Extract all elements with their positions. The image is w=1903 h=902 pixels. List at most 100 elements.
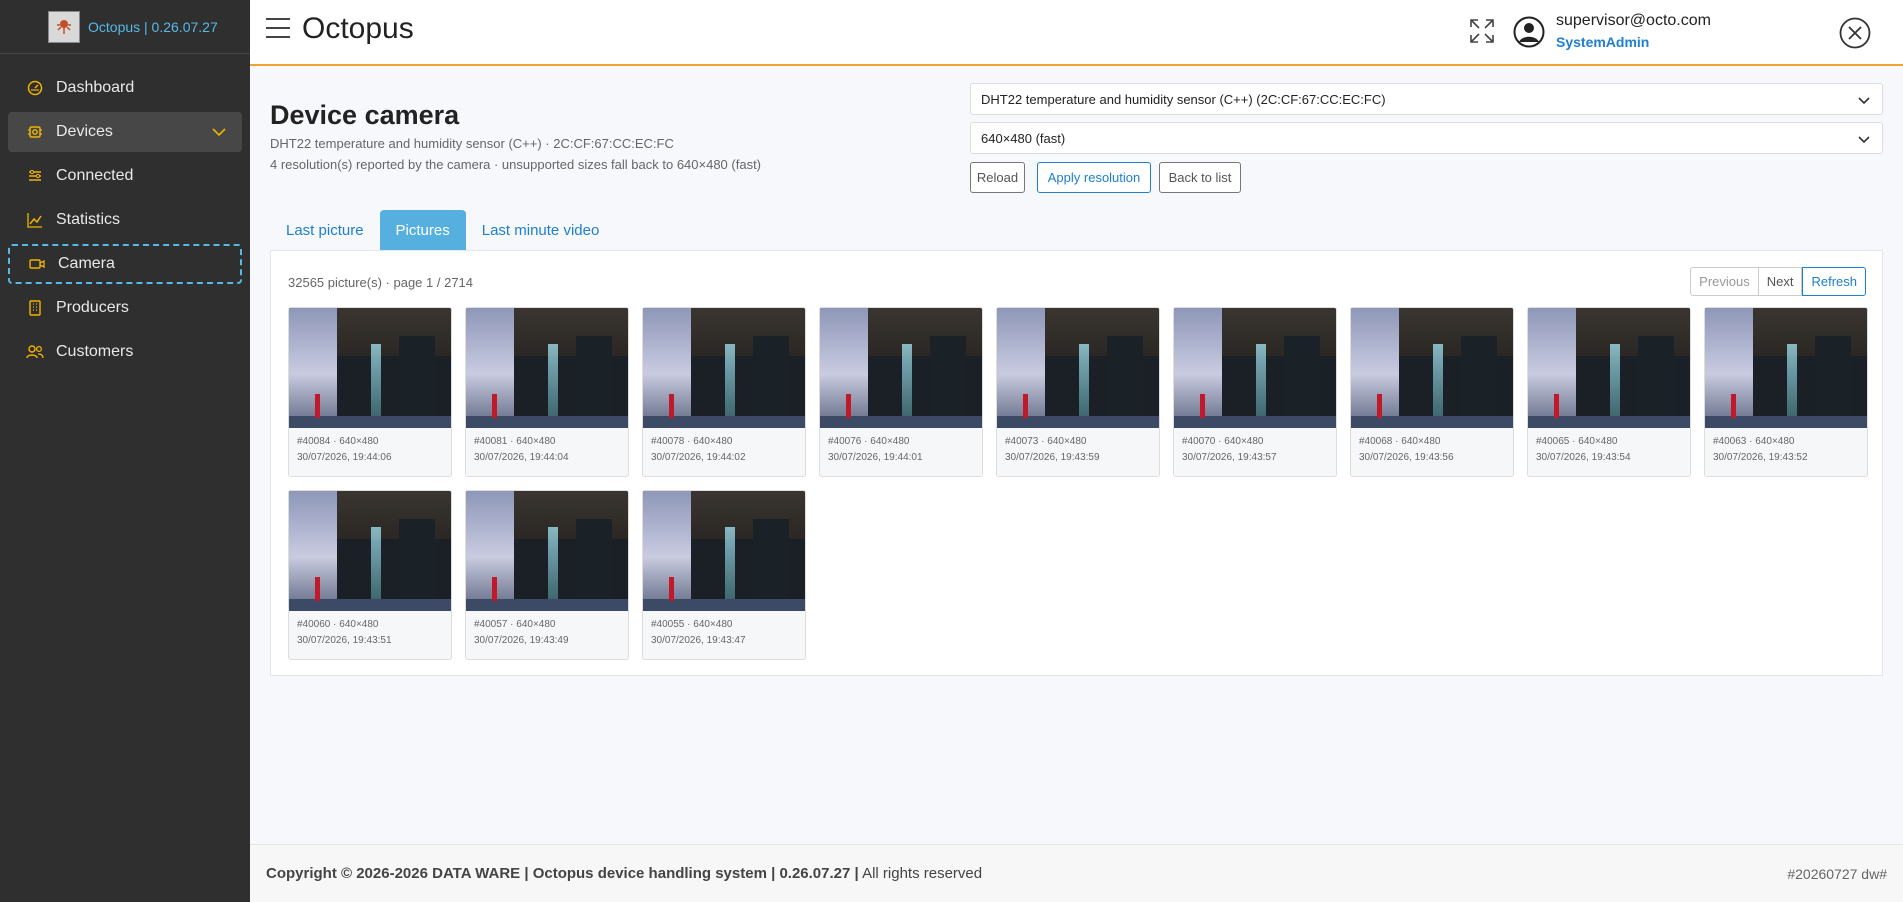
brand[interactable]: Octopus | 0.26.07.27: [0, 0, 250, 54]
picture-card[interactable]: #40055 · 640×480 30/07/2026, 19:43:47: [642, 490, 806, 660]
refresh-button[interactable]: Refresh: [1802, 267, 1866, 296]
producers-icon: [26, 299, 44, 317]
picture-card[interactable]: #40065 · 640×480 30/07/2026, 19:43:54: [1527, 307, 1691, 477]
statistics-icon: [26, 211, 44, 229]
next-page-button[interactable]: Next: [1758, 267, 1803, 296]
chevron-down-icon: [212, 124, 226, 142]
pager: Previous Next Refresh: [1690, 267, 1866, 296]
picture-timestamp: 30/07/2026, 19:44:04: [474, 452, 569, 463]
tab-last-picture[interactable]: Last picture: [270, 210, 380, 250]
sidebar-nav: Dashboard Devices Connected Statistics C…: [0, 54, 250, 372]
picture-thumbnail: [1174, 308, 1336, 428]
page-title: Device camera: [270, 100, 460, 130]
device-select[interactable]: DHT22 temperature and humidity sensor (C…: [970, 83, 1883, 115]
tab-pictures[interactable]: Pictures: [379, 210, 466, 250]
picture-card[interactable]: #40063 · 640×480 30/07/2026, 19:43:52: [1704, 307, 1868, 477]
picture-thumbnail: [289, 491, 451, 611]
sidebar-item-label: Dashboard: [56, 79, 135, 96]
sidebar-item-statistics[interactable]: Statistics: [8, 200, 242, 240]
build-tag: #20260727 dw#: [1787, 866, 1887, 882]
sidebar-item-label: Devices: [56, 123, 113, 140]
previous-page-button[interactable]: Previous: [1690, 267, 1759, 296]
close-icon[interactable]: [1839, 17, 1871, 49]
picture-thumbnail: [643, 491, 805, 611]
chevron-down-icon: [1858, 132, 1870, 147]
sidebar: Octopus | 0.26.07.27 Dashboard Devices C…: [0, 0, 250, 902]
connected-icon: [26, 167, 44, 185]
user-email: supervisor@octo.com: [1556, 12, 1711, 29]
sidebar-item-customers[interactable]: Customers: [8, 332, 242, 372]
picture-timestamp: 30/07/2026, 19:43:54: [1536, 452, 1631, 463]
picture-caption: #40063 · 640×480: [1713, 436, 1795, 447]
picture-card[interactable]: #40073 · 640×480 30/07/2026, 19:43:59: [996, 307, 1160, 477]
dashboard-icon: [26, 79, 44, 97]
sidebar-item-camera[interactable]: Camera: [8, 244, 242, 284]
picture-thumbnail: [1705, 308, 1867, 428]
picture-thumbnail: [466, 491, 628, 611]
fullscreen-expand-icon[interactable]: [1469, 18, 1495, 44]
picture-timestamp: 30/07/2026, 19:43:57: [1182, 452, 1277, 463]
picture-card[interactable]: #40084 · 640×480 30/07/2026, 19:44:06: [288, 307, 452, 477]
user-avatar-icon[interactable]: [1513, 16, 1545, 48]
resolution-select[interactable]: 640×480 (fast): [970, 122, 1883, 154]
chevron-down-icon: [1858, 93, 1870, 108]
picture-card[interactable]: #40057 · 640×480 30/07/2026, 19:43:49: [465, 490, 629, 660]
hamburger-menu-icon[interactable]: [266, 18, 290, 40]
camera-icon: [28, 255, 46, 273]
picture-count: 32565 picture(s) · page 1 / 2714: [288, 275, 474, 290]
picture-card[interactable]: #40081 · 640×480 30/07/2026, 19:44:04: [465, 307, 629, 477]
sidebar-item-label: Connected: [56, 167, 134, 184]
footer-copyright: Copyright © 2026-2026 DATA WARE | Octopu…: [266, 865, 982, 882]
picture-card[interactable]: #40060 · 640×480 30/07/2026, 19:43:51: [288, 490, 452, 660]
picture-card[interactable]: #40078 · 640×480 30/07/2026, 19:44:02: [642, 307, 806, 477]
rights-text: All rights reserved: [862, 865, 983, 882]
reload-button[interactable]: Reload: [970, 162, 1025, 193]
picture-caption: #40060 · 640×480: [297, 619, 379, 630]
device-select-value: DHT22 temperature and humidity sensor (C…: [981, 92, 1386, 107]
picture-caption: #40073 · 640×480: [1005, 436, 1087, 447]
apply-resolution-button[interactable]: Apply resolution: [1037, 162, 1151, 193]
device-subtitle: DHT22 temperature and humidity sensor (C…: [270, 136, 674, 151]
app-title: Octopus: [302, 12, 414, 45]
picture-card[interactable]: #40068 · 640×480 30/07/2026, 19:43:56: [1350, 307, 1514, 477]
sidebar-item-label: Customers: [56, 343, 134, 360]
octopus-logo: [48, 10, 80, 43]
app-version-label: Octopus | 0.26.07.27: [88, 18, 218, 35]
devices-icon: [26, 123, 44, 141]
picture-card[interactable]: #40070 · 640×480 30/07/2026, 19:43:57: [1173, 307, 1337, 477]
customers-icon: [26, 343, 44, 361]
picture-thumbnail: [466, 308, 628, 428]
main-content: Device camera DHT22 temperature and humi…: [250, 66, 1903, 844]
picture-caption: #40055 · 640×480: [651, 619, 733, 630]
picture-thumbnail: [1351, 308, 1513, 428]
picture-caption: #40084 · 640×480: [297, 436, 379, 447]
picture-caption: #40081 · 640×480: [474, 436, 556, 447]
resolution-note: 4 resolution(s) reported by the camera ·…: [270, 157, 762, 172]
picture-caption: #40076 · 640×480: [828, 436, 910, 447]
picture-timestamp: 30/07/2026, 19:43:56: [1359, 452, 1454, 463]
sidebar-item-dashboard[interactable]: Dashboard: [8, 68, 242, 108]
footer: Copyright © 2026-2026 DATA WARE | Octopu…: [250, 844, 1903, 902]
picture-thumbnail: [997, 308, 1159, 428]
picture-thumbnail: [1528, 308, 1690, 428]
picture-thumbnail: [289, 308, 451, 428]
user-role[interactable]: SystemAdmin: [1556, 34, 1649, 50]
picture-timestamp: 30/07/2026, 19:44:02: [651, 452, 746, 463]
picture-caption: #40068 · 640×480: [1359, 436, 1441, 447]
picture-card[interactable]: #40076 · 640×480 30/07/2026, 19:44:01: [819, 307, 983, 477]
picture-timestamp: 30/07/2026, 19:43:47: [651, 635, 746, 646]
resolution-select-value: 640×480 (fast): [981, 131, 1066, 146]
sidebar-item-connected[interactable]: Connected: [8, 156, 242, 196]
back-to-list-button[interactable]: Back to list: [1159, 162, 1241, 193]
sidebar-item-devices[interactable]: Devices: [8, 112, 242, 152]
picture-thumbnail: [820, 308, 982, 428]
sidebar-item-producers[interactable]: Producers: [8, 288, 242, 328]
picture-timestamp: 30/07/2026, 19:43:59: [1005, 452, 1100, 463]
pictures-panel: 32565 picture(s) · page 1 / 2714 Previou…: [270, 250, 1883, 676]
tab-last-minute-video[interactable]: Last minute video: [466, 210, 616, 250]
picture-caption: #40065 · 640×480: [1536, 436, 1618, 447]
picture-timestamp: 30/07/2026, 19:43:51: [297, 635, 392, 646]
picture-caption: #40078 · 640×480: [651, 436, 733, 447]
picture-timestamp: 30/07/2026, 19:43:52: [1713, 452, 1808, 463]
picture-caption: #40070 · 640×480: [1182, 436, 1264, 447]
